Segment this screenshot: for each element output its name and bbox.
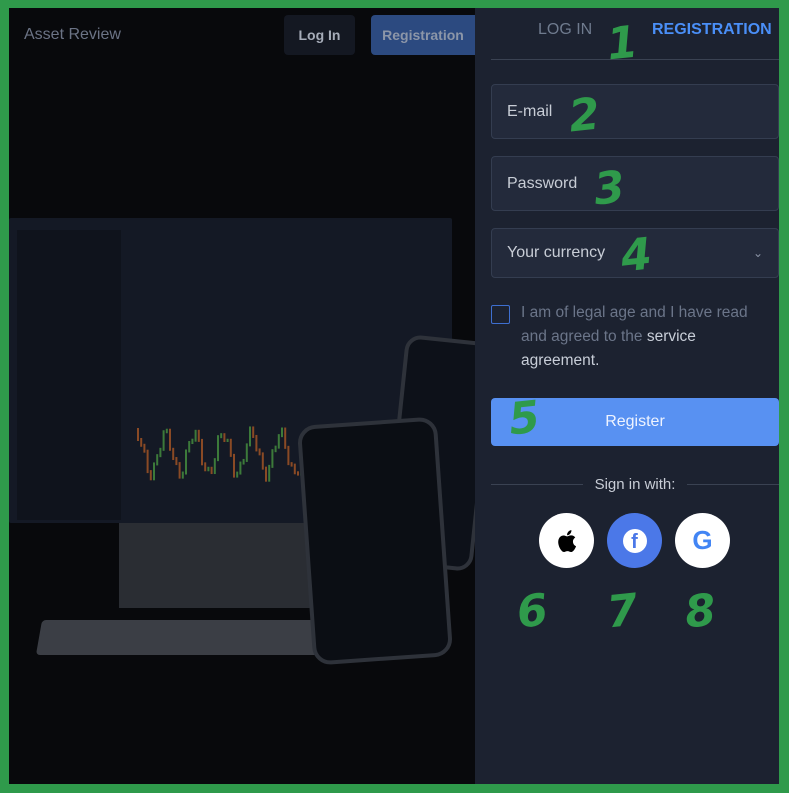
candle <box>156 454 159 466</box>
candle <box>239 461 242 475</box>
page: Asset Review Log In Registration LOG IN … <box>9 8 779 784</box>
email-placeholder: E-mail <box>507 102 553 120</box>
candle <box>210 466 213 475</box>
chevron-down-icon: ⌄ <box>752 246 763 260</box>
candle <box>252 426 255 438</box>
terms-text: I am of legal age and I have read and ag… <box>521 304 748 369</box>
candle <box>223 433 226 443</box>
keyboard-illustration <box>35 620 343 655</box>
candle <box>162 430 165 451</box>
candle <box>146 449 149 474</box>
candle <box>249 426 251 447</box>
hero-area: Asset Review Log In Registration <box>9 8 496 784</box>
candle <box>149 470 152 481</box>
candle <box>290 462 293 467</box>
candle <box>255 434 258 452</box>
facebook-signin-button[interactable]: f <box>607 513 662 568</box>
candle <box>169 428 171 451</box>
tab-registration[interactable]: REGISTRATION <box>652 21 772 39</box>
candle <box>201 438 203 466</box>
candle <box>287 445 290 466</box>
candle <box>268 464 271 482</box>
candle <box>217 435 219 462</box>
candle <box>271 449 274 468</box>
candle <box>265 466 267 482</box>
candle <box>197 429 200 442</box>
apple-signin-button[interactable] <box>539 513 594 568</box>
candle <box>204 462 207 472</box>
candle <box>137 428 139 441</box>
candle <box>188 441 191 453</box>
facebook-icon: f <box>622 528 647 553</box>
candle <box>297 471 299 476</box>
annotation-6: 6 <box>514 584 551 639</box>
candle <box>178 462 181 479</box>
candle <box>165 428 168 434</box>
terms-checkbox[interactable] <box>491 305 510 324</box>
annotation-4: 4 <box>618 228 655 283</box>
candle <box>213 458 216 475</box>
candle <box>233 453 235 478</box>
candle <box>185 449 187 475</box>
candle <box>140 438 143 447</box>
candle <box>181 471 184 479</box>
candle <box>226 438 229 443</box>
candle <box>258 448 261 456</box>
phone-illustration-front <box>296 416 454 666</box>
annotation-3: 3 <box>591 161 628 216</box>
candle <box>242 458 245 465</box>
annotation-2: 2 <box>566 88 603 143</box>
annotation-1: 1 <box>604 16 641 71</box>
email-input[interactable]: E-mail <box>491 84 779 139</box>
candle <box>143 443 146 453</box>
google-icon: G <box>692 525 713 555</box>
candle <box>172 447 175 461</box>
candle <box>194 429 197 442</box>
candle <box>175 457 178 466</box>
candle <box>159 447 162 458</box>
sign-in-with-label: Sign in with: <box>594 476 676 493</box>
sign-in-with-divider: Sign in with: <box>491 476 779 493</box>
candle <box>229 438 232 457</box>
apple-icon <box>557 529 576 552</box>
candle <box>236 471 239 478</box>
candle <box>245 443 248 462</box>
candle <box>261 452 264 470</box>
annotation-5: 5 <box>506 391 543 446</box>
annotation-7: 7 <box>604 584 641 639</box>
candle <box>274 445 277 453</box>
candle <box>153 462 155 481</box>
candle <box>293 463 296 475</box>
candle <box>207 466 210 472</box>
trades-panel-illustration <box>17 230 121 520</box>
candle <box>284 427 287 449</box>
annotation-8: 8 <box>682 584 719 639</box>
tab-login[interactable]: LOG IN <box>538 21 592 39</box>
header-registration-button[interactable]: Registration <box>371 15 475 55</box>
candle <box>277 434 280 449</box>
candle <box>220 433 223 439</box>
password-placeholder: Password <box>507 174 578 192</box>
google-signin-button[interactable]: G <box>675 513 730 568</box>
candle <box>281 427 283 438</box>
brand-logo[interactable]: Asset Review <box>24 26 121 44</box>
monitor-stand-illustration <box>119 523 319 608</box>
currency-placeholder: Your currency <box>507 244 606 261</box>
header-login-button[interactable]: Log In <box>284 15 355 55</box>
candle <box>191 438 194 445</box>
password-input[interactable]: Password <box>491 156 779 211</box>
